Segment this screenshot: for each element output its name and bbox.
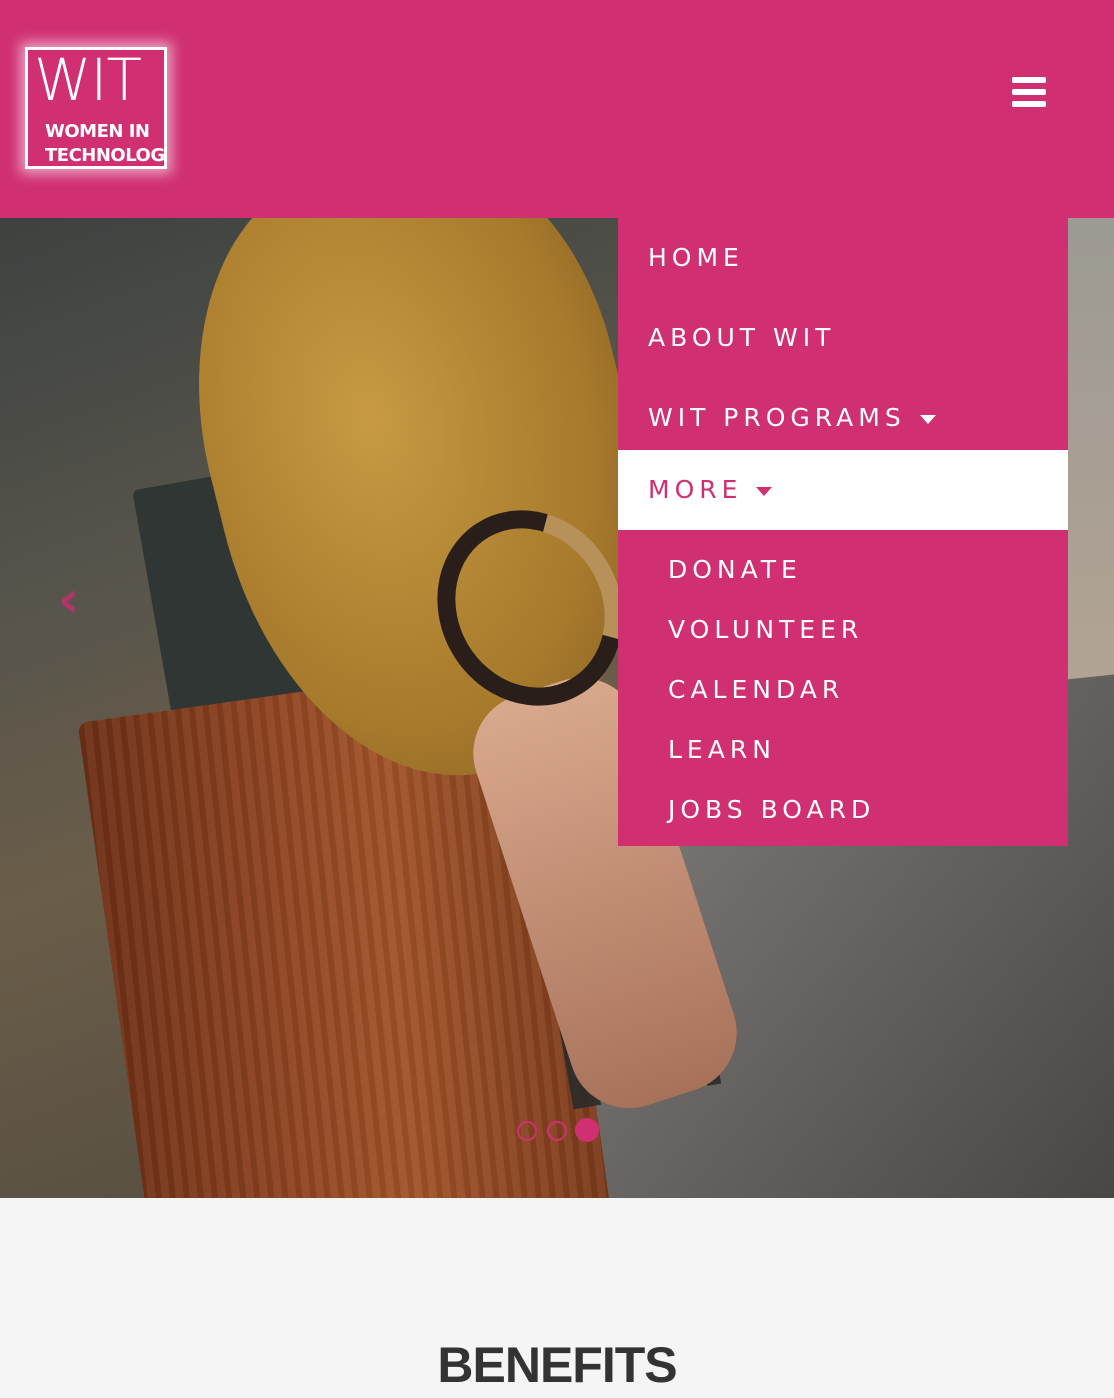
dropdown-nav-menu: HOME ABOUT WIT WIT PROGRAMS MORE DONATE … [618,218,1068,846]
carousel-dot-3-active[interactable] [575,1118,599,1142]
nav-item-label: WIT PROGRAMS [648,403,906,432]
submenu-item-calendar[interactable]: CALENDAR [618,660,1068,720]
nav-item-label: MORE [648,475,743,504]
submenu-item-jobs-board[interactable]: JOBS BOARD [618,780,1068,840]
site-header: WIT WOMEN IN TECHNOLOGY [0,0,1114,218]
hamburger-bar [1012,101,1046,107]
submenu-item-learn[interactable]: LEARN [618,720,1068,780]
submenu-item-donate[interactable]: DONATE [618,540,1068,600]
nav-item-wit-programs[interactable]: WIT PROGRAMS [618,378,1068,458]
nav-item-label: HOME [648,243,744,272]
nav-item-about-wit[interactable]: ABOUT WIT [618,298,1068,378]
logo-wordmark: WIT [34,47,142,114]
nav-item-more[interactable]: MORE [618,450,1068,530]
submenu-item-label: LEARN [668,735,776,764]
submenu-item-label: DONATE [668,555,802,584]
carousel-dot-1[interactable] [517,1121,537,1141]
carousel-dot-2[interactable] [547,1121,567,1141]
logo-tagline: WOMEN IN TECHNOLOGY [45,120,167,166]
hamburger-bar [1012,89,1046,95]
nav-item-label: ABOUT WIT [648,323,836,352]
submenu-item-label: VOLUNTEER [668,615,864,644]
logo-tagline-line1: WOMEN IN [45,121,150,142]
wit-logo[interactable]: WIT WOMEN IN TECHNOLOGY [25,47,167,169]
submenu-item-label: JOBS BOARD [668,795,876,824]
nav-item-home[interactable]: HOME [618,218,1068,298]
hamburger-bar [1012,77,1046,83]
hamburger-icon[interactable] [1012,77,1046,107]
submenu-item-volunteer[interactable]: VOLUNTEER [618,600,1068,660]
caret-down-icon [756,486,773,496]
caret-down-icon [919,414,936,424]
chevron-left-icon[interactable]: ‹ [58,574,102,626]
benefits-section: BENEFITS [0,1198,1114,1398]
logo-tagline-line2: TECHNOLOGY [45,145,167,166]
submenu-item-label: CALENDAR [668,675,845,704]
benefits-heading: BENEFITS [437,1337,677,1393]
